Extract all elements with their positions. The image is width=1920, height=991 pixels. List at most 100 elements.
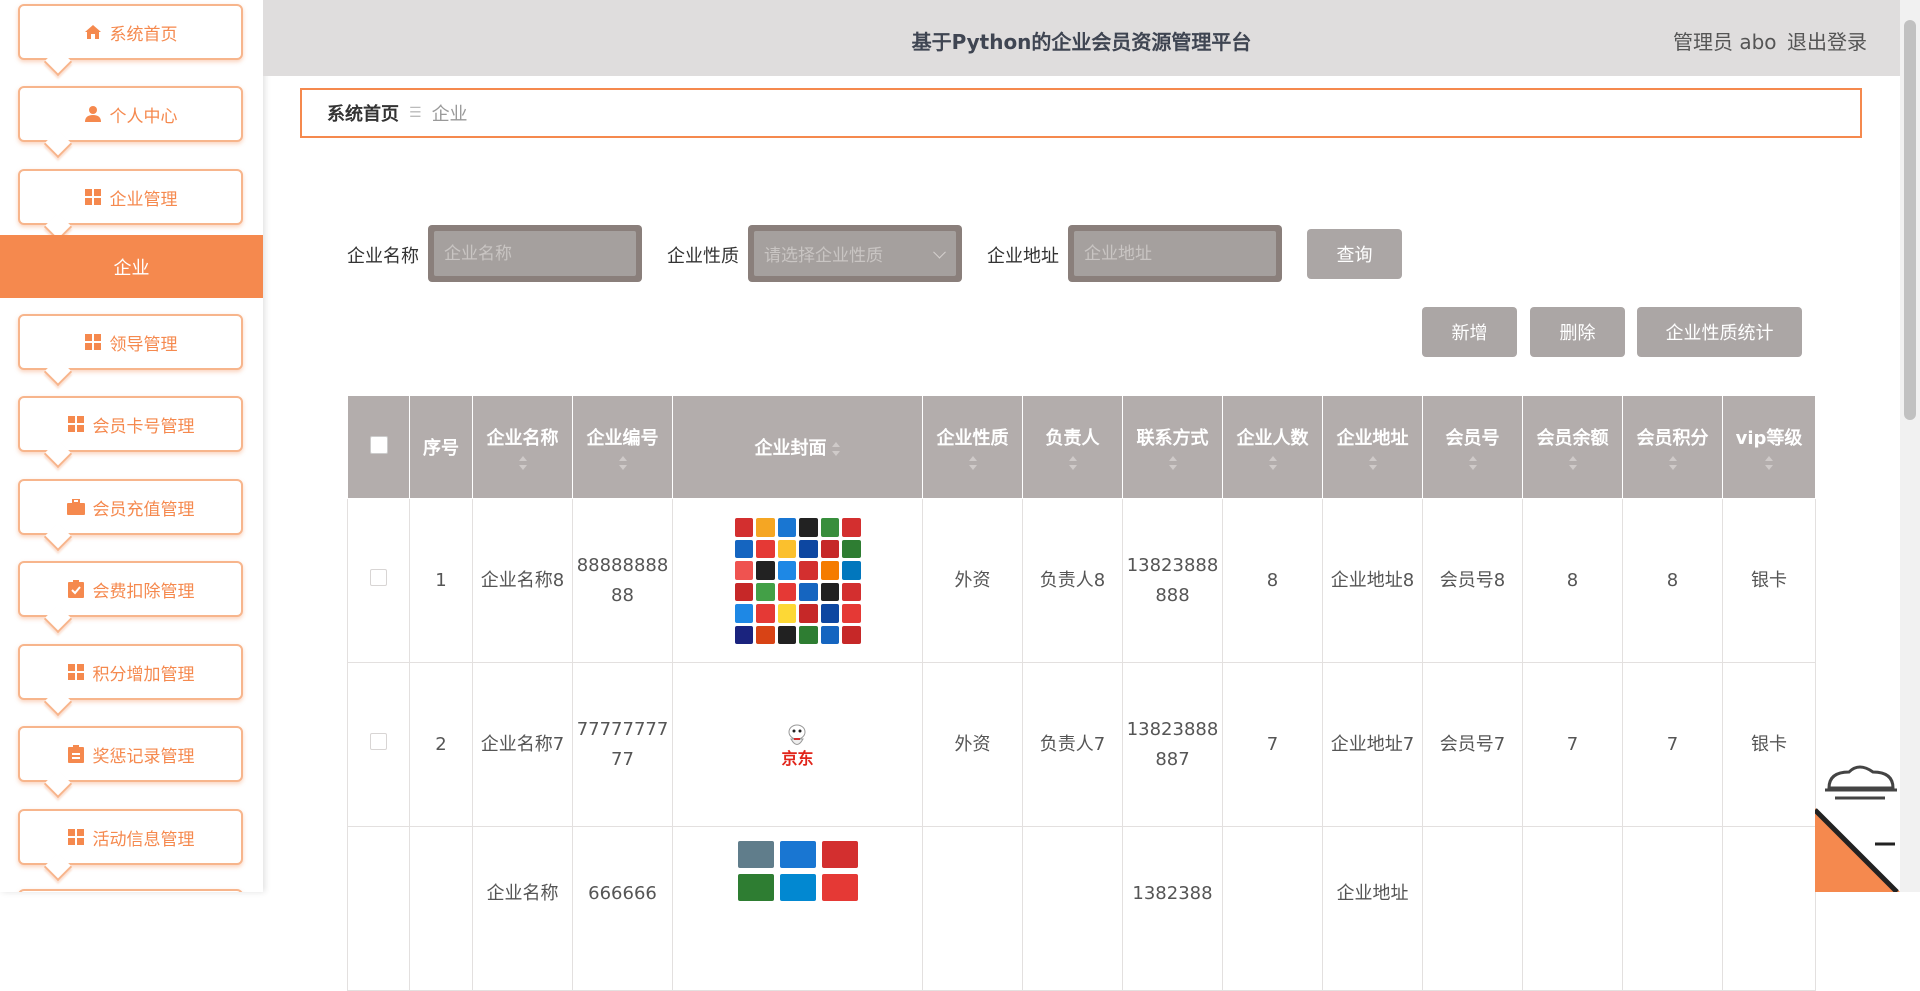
cover-image[interactable]: 京东 <box>781 722 814 768</box>
enterprise-table: 序号 企业名称 企业编号 企业封面 企业性质 负责人 联系方式 企业人数 企业地… <box>347 395 1816 991</box>
corner-decoration <box>1815 758 1900 892</box>
sort-icon[interactable] <box>1764 456 1774 470</box>
sort-icon[interactable] <box>831 442 841 456</box>
table-cell: 企业地址7 <box>1322 662 1423 827</box>
column-header[interactable]: 企业地址 <box>1322 395 1423 499</box>
column-header-label: 负责人 <box>1045 428 1100 449</box>
sidebar-item-points[interactable]: 积分增加管理 <box>18 644 243 700</box>
row-checkbox[interactable] <box>370 568 387 586</box>
breadcrumb-home[interactable]: 系统首页 <box>327 100 399 126</box>
type-filter-box: 请选择企业性质 <box>748 225 962 282</box>
table-cell: 8 <box>1622 498 1723 663</box>
sidebar-item-label: 领导管理 <box>109 334 178 355</box>
sort-icon[interactable] <box>1468 456 1478 470</box>
table-cell: 银卡 <box>1722 498 1816 663</box>
cover-cell <box>672 498 923 663</box>
sidebar-item-profile[interactable]: 个人中心 <box>18 86 243 142</box>
table-cell: 8 <box>1222 498 1323 663</box>
column-header[interactable]: 会员余额 <box>1522 395 1623 499</box>
column-header[interactable]: 会员号 <box>1422 395 1523 499</box>
sidebar-item-enterprise[interactable]: 企业管理 <box>18 169 243 225</box>
row-select-cell <box>347 498 410 663</box>
column-header-label: 企业名称 <box>486 428 559 449</box>
table-cell: 1 <box>409 498 473 663</box>
row-select-cell <box>347 826 410 991</box>
top-header: 基于Python的企业会员资源管理平台 管理员 abo 退出登录 <box>263 0 1900 76</box>
column-header[interactable]: 联系方式 <box>1122 395 1223 499</box>
sort-icon[interactable] <box>1668 456 1678 470</box>
sidebar-item-recharge[interactable]: 会员充值管理 <box>18 479 243 535</box>
grid-icon <box>84 333 102 351</box>
column-header[interactable]: 企业封面 <box>672 395 923 499</box>
column-header[interactable]: 企业性质 <box>922 395 1023 499</box>
table-cell <box>922 826 1023 991</box>
table-cell: 会员号7 <box>1422 662 1523 827</box>
table-cell: 13823888888 <box>1122 498 1223 663</box>
mascot-icon <box>788 724 806 745</box>
sidebar: 系统首页 个人中心 企业管理 企业 领导管理 会员卡号管理 会员充值管理 会费扣… <box>0 0 263 892</box>
column-header[interactable]: vip等级 <box>1722 395 1816 499</box>
type-filter-label: 企业性质 <box>667 246 739 267</box>
column-header-label: 会员号 <box>1445 428 1500 449</box>
column-header-label: 序号 <box>423 438 459 459</box>
column-header-label: 企业人数 <box>1236 428 1309 449</box>
cover-image[interactable] <box>734 518 861 645</box>
sort-icon[interactable] <box>1068 456 1078 470</box>
column-header[interactable]: 企业人数 <box>1222 395 1323 499</box>
column-header-label: 企业编号 <box>586 428 659 449</box>
briefcase-icon <box>66 498 85 516</box>
sidebar-item-label: 系统首页 <box>109 24 178 45</box>
stats-button[interactable]: 企业性质统计 <box>1637 307 1802 357</box>
cover-cell: 京东 <box>672 662 923 827</box>
sidebar-item-activity[interactable]: 活动信息管理 <box>18 809 243 865</box>
sort-icon[interactable] <box>1268 456 1278 470</box>
sidebar-item-home[interactable]: 系统首页 <box>18 4 243 60</box>
cover-image[interactable] <box>737 841 858 901</box>
sort-icon[interactable] <box>968 456 978 470</box>
sidebar-item-fee[interactable]: 会费扣除管理 <box>18 561 243 617</box>
cover-brand-text: 京东 <box>781 748 814 768</box>
add-button[interactable]: 新增 <box>1422 307 1517 357</box>
table-row[interactable]: 2 企业名称7 7777777777 京东 外资 负责人7 1382388888… <box>347 662 1816 827</box>
column-header-label: vip等级 <box>1735 428 1803 449</box>
table-cell: 666666 <box>572 826 673 991</box>
query-button[interactable]: 查询 <box>1307 229 1402 279</box>
sort-icon[interactable] <box>1168 456 1178 470</box>
name-filter-input[interactable] <box>444 231 636 276</box>
sort-icon[interactable] <box>518 456 528 470</box>
table-cell: 外资 <box>922 498 1023 663</box>
table-cell: 外资 <box>922 662 1023 827</box>
address-filter-input[interactable] <box>1084 231 1276 276</box>
grid-icon <box>84 188 102 206</box>
table-cell: 企业名称8 <box>472 498 573 663</box>
sidebar-item-enterprise-active[interactable]: 企业 <box>0 235 263 298</box>
sidebar-item-label: 会员卡号管理 <box>92 416 195 437</box>
sort-icon[interactable] <box>618 456 628 470</box>
home-icon <box>84 23 102 41</box>
sidebar-item-reward[interactable]: 奖惩记录管理 <box>18 726 243 782</box>
select-all-checkbox[interactable] <box>369 435 388 454</box>
delete-button[interactable]: 删除 <box>1530 307 1625 357</box>
sidebar-item-leader[interactable]: 领导管理 <box>18 314 243 370</box>
table-cell: 负责人8 <box>1022 498 1123 663</box>
table-cell <box>1522 826 1623 991</box>
table-row[interactable]: 企业名称 666666 1382388 企业地址 <box>347 826 1816 991</box>
sidebar-item-label: 活动信息管理 <box>92 829 195 850</box>
row-checkbox[interactable] <box>370 732 387 750</box>
logout-link[interactable]: 退出登录 <box>1787 26 1867 55</box>
table-cell: 13823888887 <box>1122 662 1223 827</box>
table-row[interactable]: 1 企业名称8 8888888888 外资 负责人8 13823888888 8… <box>347 498 1816 663</box>
column-header[interactable]: 负责人 <box>1022 395 1123 499</box>
chevron-down-icon <box>933 245 946 259</box>
column-header[interactable]: 企业名称 <box>472 395 573 499</box>
column-header[interactable]: 企业编号 <box>572 395 673 499</box>
sort-icon[interactable] <box>1368 456 1378 470</box>
clipboard-icon <box>67 745 85 763</box>
cover-cell <box>672 826 923 991</box>
column-header[interactable]: 会员积分 <box>1622 395 1723 499</box>
type-filter-select[interactable]: 请选择企业性质 <box>754 231 956 276</box>
sidebar-item-card[interactable]: 会员卡号管理 <box>18 396 243 452</box>
sort-icon[interactable] <box>1568 456 1578 470</box>
scrollbar-thumb[interactable] <box>1904 20 1916 420</box>
app-title: 基于Python的企业会员资源管理平台 <box>911 30 1252 54</box>
